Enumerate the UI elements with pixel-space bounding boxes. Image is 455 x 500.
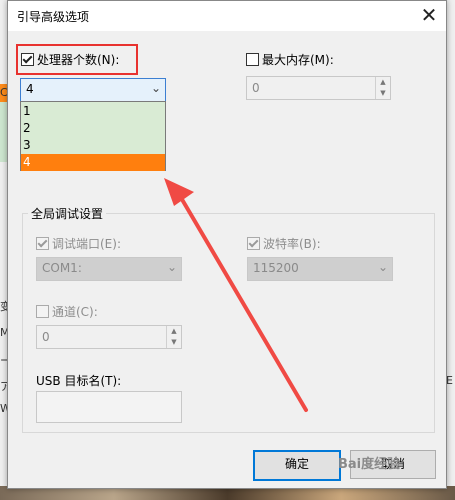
channel-spinner: ▲ ▼: [166, 326, 181, 348]
channel-checkbox: [36, 305, 49, 318]
spin-down-icon: ▼: [380, 89, 386, 97]
chevron-down-icon: ⌄: [166, 260, 177, 274]
max-memory-spinner: ▲ ▼: [375, 77, 390, 99]
dialog-title: 引导高级选项: [17, 10, 90, 24]
channel-label: 通道(C):: [52, 305, 98, 319]
chevron-down-icon: ⌄: [377, 260, 388, 274]
spin-up-icon: ▲: [171, 327, 177, 335]
channel-value: 0: [42, 330, 50, 344]
background-text: E: [446, 374, 453, 387]
close-icon[interactable]: ✕: [412, 1, 446, 31]
max-memory-input: 0 ▲ ▼: [246, 76, 391, 100]
spin-up-icon: ▲: [380, 78, 386, 86]
usb-target-input: [36, 391, 182, 423]
dropdown-option[interactable]: 3: [21, 137, 165, 154]
debug-port-checkbox: [36, 237, 49, 250]
max-memory-checkbox[interactable]: [246, 53, 259, 66]
processor-count-label: 处理器个数(N):: [37, 53, 120, 67]
processor-count-checkbox[interactable]: [21, 53, 34, 66]
chevron-down-icon: ⌄: [150, 81, 161, 95]
spin-down-icon: ▼: [171, 338, 177, 346]
processor-count-options: 1 2 3 4: [20, 101, 166, 171]
debug-port-value: COM1:: [42, 261, 82, 275]
usb-target-label: USB 目标名(T):: [36, 374, 122, 388]
baud-rate-label: 波特率(B):: [263, 237, 321, 251]
max-memory-label: 最大内存(M):: [262, 53, 334, 67]
boot-advanced-options-dialog: 引导高级选项 ✕ 处理器个数(N): 4 ⌄ 1 2 3 4 最大内存(M): …: [7, 0, 447, 489]
baud-rate-dropdown: 115200 ⌄: [247, 257, 393, 281]
baud-rate-value: 115200: [253, 261, 299, 275]
channel-input: 0 ▲ ▼: [36, 325, 182, 349]
global-debug-title: 全局调试设置: [28, 205, 107, 222]
title-bar: 引导高级选项 ✕: [8, 1, 446, 31]
watermark: Bai度经验: [338, 457, 401, 472]
dropdown-option[interactable]: 1: [21, 103, 165, 120]
ok-button[interactable]: 确定: [253, 450, 341, 481]
processor-count-dropdown[interactable]: 4 ⌄: [20, 78, 166, 102]
processor-count-value: 4: [26, 82, 34, 96]
dropdown-option-selected[interactable]: 4: [21, 154, 165, 171]
debug-port-dropdown: COM1: ⌄: [36, 257, 182, 281]
debug-port-label: 调试端口(E):: [52, 237, 121, 251]
baud-rate-checkbox: [247, 237, 260, 250]
max-memory-value: 0: [252, 81, 260, 95]
dropdown-option[interactable]: 2: [21, 120, 165, 137]
